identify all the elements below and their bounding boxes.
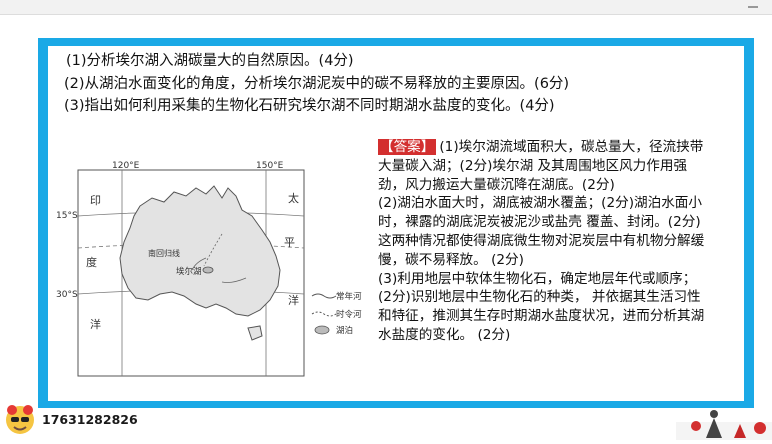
minimize-icon[interactable] xyxy=(748,6,758,8)
answer-block: 【答案】 (1)埃尔湖流域面积大，碳总量大，径流挟带大量碳入湖；(2分)埃尔湖 及… xyxy=(378,138,708,345)
phone-number: 17631282826 xyxy=(42,412,138,427)
lake-eyre-marker xyxy=(202,266,214,274)
ocean-right-3: 洋 xyxy=(288,293,299,307)
australia-map: 120°E 150°E 15°S 30°S 印 度 洋 太 平 洋 南回归线 埃… xyxy=(56,158,368,390)
ocean-right-1: 太 xyxy=(288,192,299,205)
question-3: (3)指出如何利用采集的生物化石研究埃尔湖不同时期湖水盐度的变化。(4分) xyxy=(64,98,555,114)
avatar xyxy=(2,402,38,438)
ocean-left-2: 度 xyxy=(86,255,97,269)
question-1: (1)分析埃尔湖入湖碳量大的自然原因。(4分) xyxy=(66,53,354,69)
ocean-right-2: 平 xyxy=(284,236,295,249)
answer-paragraph-3: (3)利用地层中软体生物化石，确定地层年代或顺序；(2分)识别地层中生物化石的种… xyxy=(378,270,705,343)
question-2: (2)从湖泊水面变化的角度，分析埃尔湖泥炭中的碳不易释放的主要原因。(6分) xyxy=(64,76,570,92)
legend-seasonal: 时令河 xyxy=(336,309,362,320)
legend-lake: 湖泊 xyxy=(336,325,353,336)
window-top-bar xyxy=(0,0,772,15)
lon-label-120: 120°E xyxy=(112,161,140,171)
decoration-figures xyxy=(676,404,772,440)
legend-perennial: 常年河 xyxy=(336,291,362,302)
tropic-label: 南回归线 xyxy=(148,248,180,258)
answer-tag: 【答案】 xyxy=(378,139,437,155)
lat-label-15s: 15°S xyxy=(56,211,78,221)
ocean-left-3: 洋 xyxy=(90,317,101,331)
lake-eyre-label: 埃尔湖 xyxy=(176,266,202,277)
answer-paragraph-1: 【答案】 (1)埃尔湖流域面积大，碳总量大，径流挟带大量碳入湖；(2分)埃尔湖 及… xyxy=(378,138,708,194)
ocean-left-1: 印 xyxy=(90,194,101,207)
lon-label-150: 150°E xyxy=(256,161,284,171)
lat-label-30s: 30°S xyxy=(56,290,78,300)
answer-paragraph-2: (2)湖泊水面大时，湖底被湖水覆盖；(2分)湖泊水面小时，裸露的湖底泥炭被泥沙或… xyxy=(378,195,705,268)
